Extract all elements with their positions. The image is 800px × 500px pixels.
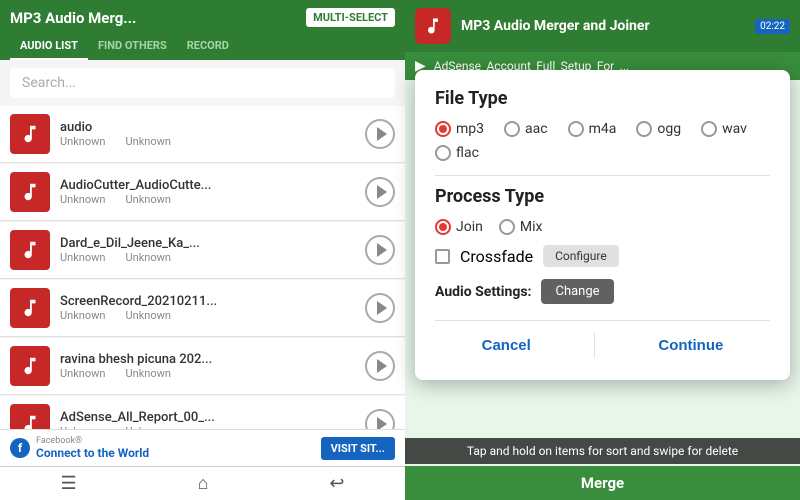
- left-nav-bar: ☰ ⌂ ↩: [0, 466, 405, 500]
- fb-brand: Facebook®: [36, 436, 149, 446]
- tab-find-others[interactable]: FIND OTHERS: [88, 33, 177, 60]
- time-badge: 02:22: [755, 19, 790, 34]
- button-divider: [594, 333, 595, 358]
- facebook-banner: f Facebook® Connect to the World VISIT S…: [0, 429, 405, 466]
- tabs: AUDIO LIST FIND OTHERS RECORD: [10, 33, 395, 60]
- fb-slogan: Connect to the World: [36, 446, 149, 460]
- radio-aac[interactable]: aac: [504, 121, 548, 137]
- audio-info: AdSense_All_Report_00_... Unknown Unknow…: [60, 410, 359, 429]
- play-button[interactable]: [365, 119, 395, 149]
- audio-meta: Unknown Unknown: [60, 367, 359, 380]
- audio-icon: [10, 288, 50, 328]
- list-item: ScreenRecord_20210211... Unknown Unknown: [0, 280, 405, 337]
- list-item: ravina bhesh picuna 202... Unknown Unkno…: [0, 338, 405, 395]
- radio-m4a[interactable]: m4a: [568, 121, 617, 137]
- play-button[interactable]: [365, 235, 395, 265]
- bottom-hint: Tap and hold on items for sort and swipe…: [405, 438, 800, 464]
- back-icon[interactable]: ↩: [329, 473, 344, 494]
- cancel-button[interactable]: Cancel: [452, 329, 561, 362]
- list-item: audio Unknown Unknown: [0, 106, 405, 163]
- change-button[interactable]: Change: [541, 279, 613, 304]
- tab-audio-list[interactable]: AUDIO LIST: [10, 33, 88, 60]
- play-button[interactable]: [365, 409, 395, 429]
- audio-icon: [10, 404, 50, 429]
- configure-button[interactable]: Configure: [543, 245, 619, 267]
- list-item: AdSense_All_Report_00_... Unknown Unknow…: [0, 396, 405, 429]
- audio-icon: [10, 346, 50, 386]
- audio-meta: Unknown Unknown: [60, 135, 359, 148]
- radio-wav[interactable]: wav: [701, 121, 747, 137]
- audio-name: audio: [60, 120, 359, 135]
- radio-circle-join: [435, 219, 451, 235]
- audio-name: AudioCutter_AudioCutte...: [60, 178, 359, 193]
- search-input[interactable]: Search...: [10, 68, 395, 98]
- audio-list: audio Unknown Unknown AudioCutter_AudioC…: [0, 106, 405, 429]
- dialog-buttons: Cancel Continue: [435, 329, 770, 362]
- dialog-divider: [435, 320, 770, 321]
- radio-circle-mp3: [435, 121, 451, 137]
- menu-icon[interactable]: ☰: [60, 473, 76, 494]
- radio-ogg[interactable]: ogg: [636, 121, 681, 137]
- list-item: Dard_e_Dil_Jeene_Ka_... Unknown Unknown: [0, 222, 405, 279]
- audio-name: Dard_e_Dil_Jeene_Ka_...: [60, 236, 359, 251]
- audio-icon: [10, 172, 50, 212]
- divider: [435, 175, 770, 176]
- audio-meta: Unknown Unknown: [60, 251, 359, 264]
- multi-select-badge[interactable]: MULTI-SELECT: [306, 8, 395, 27]
- crossfade-label: Crossfade: [460, 247, 533, 266]
- radio-circle-wav: [701, 121, 717, 137]
- play-button[interactable]: [365, 351, 395, 381]
- audio-settings-row: Audio Settings: Change: [435, 279, 770, 304]
- audio-info: Dard_e_Dil_Jeene_Ka_... Unknown Unknown: [60, 236, 359, 264]
- home-icon[interactable]: ⌂: [198, 473, 209, 494]
- radio-circle-ogg: [636, 121, 652, 137]
- app-title: MP3 Audio Merg...: [10, 9, 136, 27]
- audio-meta: Unknown Unknown: [60, 193, 359, 206]
- left-header: MP3 Audio Merg... MULTI-SELECT AUDIO LIS…: [0, 0, 405, 60]
- right-app-title: MP3 Audio Merger and Joiner: [461, 18, 745, 34]
- fb-text: Facebook® Connect to the World: [36, 436, 149, 460]
- list-item: AudioCutter_AudioCutte... Unknown Unknow…: [0, 164, 405, 221]
- tab-record[interactable]: RECORD: [177, 33, 239, 60]
- radio-circle-m4a: [568, 121, 584, 137]
- play-button[interactable]: [365, 293, 395, 323]
- radio-circle-mix: [499, 219, 515, 235]
- right-panel: MP3 Audio Merger and Joiner 02:22 ▶ AdSe…: [405, 0, 800, 500]
- file-type-title: File Type: [435, 88, 770, 109]
- radio-mix[interactable]: Mix: [499, 219, 543, 235]
- continue-button[interactable]: Continue: [628, 329, 753, 362]
- audio-name: AdSense_All_Report_00_...: [60, 410, 359, 425]
- process-type-options: Join Mix: [435, 219, 770, 235]
- crossfade-row: Crossfade Configure: [435, 245, 770, 267]
- process-type-title: Process Type: [435, 186, 770, 207]
- audio-meta: Unknown Unknown: [60, 309, 359, 322]
- audio-icon: [10, 230, 50, 270]
- audio-icon: [10, 114, 50, 154]
- file-type-options: mp3 aac m4a ogg wav flac: [435, 121, 770, 161]
- radio-mp3[interactable]: mp3: [435, 121, 484, 137]
- merge-button[interactable]: Merge: [405, 466, 800, 500]
- audio-info: audio Unknown Unknown: [60, 120, 359, 148]
- radio-flac[interactable]: flac: [435, 145, 479, 161]
- radio-join[interactable]: Join: [435, 219, 483, 235]
- play-button[interactable]: [365, 177, 395, 207]
- audio-settings-label: Audio Settings:: [435, 284, 531, 300]
- radio-circle-aac: [504, 121, 520, 137]
- audio-name: ravina bhesh picuna 202...: [60, 352, 359, 367]
- right-app-icon: [415, 8, 451, 44]
- radio-circle-flac: [435, 145, 451, 161]
- visit-site-button[interactable]: VISIT SIT...: [321, 437, 395, 460]
- audio-info: ravina bhesh picuna 202... Unknown Unkno…: [60, 352, 359, 380]
- left-panel: MP3 Audio Merg... MULTI-SELECT AUDIO LIS…: [0, 0, 405, 500]
- right-header: MP3 Audio Merger and Joiner 02:22: [405, 0, 800, 52]
- audio-name: ScreenRecord_20210211...: [60, 294, 359, 309]
- facebook-icon: f: [10, 438, 30, 458]
- file-type-dialog: File Type mp3 aac m4a ogg wav: [415, 70, 790, 380]
- audio-info: AudioCutter_AudioCutte... Unknown Unknow…: [60, 178, 359, 206]
- crossfade-checkbox[interactable]: [435, 249, 450, 264]
- audio-info: ScreenRecord_20210211... Unknown Unknown: [60, 294, 359, 322]
